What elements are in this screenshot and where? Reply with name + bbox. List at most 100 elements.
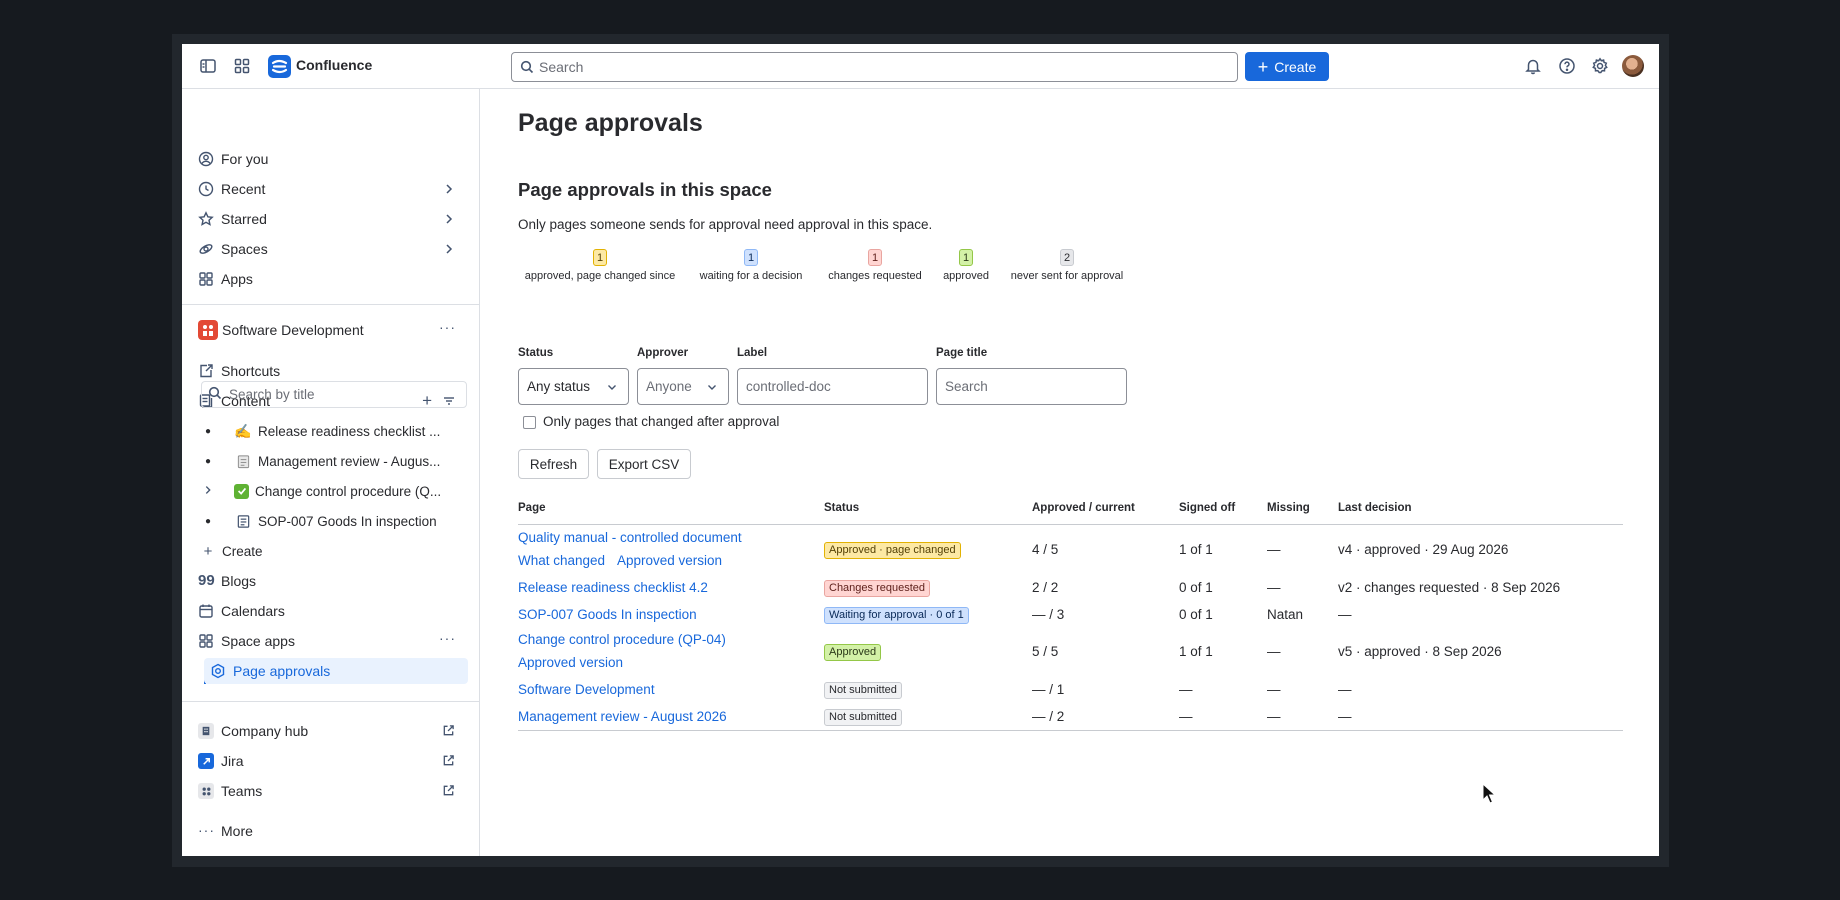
chevron-right-icon[interactable]: [442, 242, 456, 256]
page-link[interactable]: Software Development: [518, 682, 655, 697]
nav-spaces[interactable]: Spaces: [198, 236, 468, 262]
changed-after-approval-checkbox[interactable]: [523, 416, 536, 429]
approved-version-link[interactable]: Approved version: [518, 655, 623, 670]
nav-blogs[interactable]: 99 Blogs: [198, 568, 468, 594]
apps-icon: [198, 271, 214, 287]
chevron-right-icon[interactable]: [198, 484, 218, 499]
global-search[interactable]: [511, 52, 1238, 82]
nav-recent[interactable]: Recent: [198, 176, 468, 202]
external-jira[interactable]: Jira: [198, 748, 468, 774]
shortcut-icon: [198, 363, 214, 379]
user-circle-icon: [198, 151, 214, 167]
column-header[interactable]: Approved / current: [1032, 502, 1135, 514]
approved-version-link[interactable]: Approved version: [617, 553, 722, 568]
nav-calendars[interactable]: Calendars: [198, 598, 468, 624]
tree-create[interactable]: + Create: [198, 538, 468, 564]
nav-starred[interactable]: Starred: [198, 206, 468, 232]
chevron-down-icon: [706, 381, 718, 393]
external-link-icon[interactable]: [442, 724, 456, 738]
status-badge: Approved: [824, 644, 882, 661]
column-header[interactable]: Page: [518, 502, 546, 514]
create-button[interactable]: + Create: [1245, 52, 1329, 81]
legend-item: 1 approved, page changed since: [518, 249, 682, 282]
refresh-button[interactable]: Refresh: [518, 449, 589, 479]
bullet-icon: ●: [204, 425, 212, 437]
what-changed-link[interactable]: What changed: [518, 553, 605, 568]
space-name: Software Development: [222, 322, 364, 338]
missing: —: [1267, 709, 1281, 724]
global-search-input[interactable]: [539, 57, 1229, 77]
help-icon[interactable]: [1558, 57, 1576, 75]
chevron-right-icon[interactable]: [442, 212, 456, 226]
column-header[interactable]: Signed off: [1179, 502, 1235, 514]
status-badge: Not submitted: [824, 709, 902, 726]
jira-icon: [198, 753, 214, 769]
notifications-bell-icon[interactable]: [1524, 57, 1542, 75]
legend-count: 1: [958, 249, 974, 266]
last-decision: —: [1338, 682, 1352, 697]
product-name[interactable]: Confluence: [296, 57, 372, 73]
confluence-logo-icon[interactable]: [268, 55, 291, 78]
column-header[interactable]: Missing: [1267, 502, 1310, 514]
external-link-icon[interactable]: [442, 754, 456, 768]
signed-off: 0 of 1: [1179, 607, 1213, 622]
section-title: Page approvals in this space: [518, 179, 772, 200]
column-header[interactable]: Status: [824, 502, 859, 514]
chevron-right-icon[interactable]: [442, 182, 456, 196]
spaces-icon: [198, 241, 214, 257]
page-title: Page approvals: [518, 109, 703, 137]
nav-page-approvals[interactable]: Page approvals: [204, 658, 468, 684]
external-company-hub[interactable]: Company hub: [198, 718, 468, 744]
legend-label: approved: [943, 270, 989, 282]
apps-icon: [198, 633, 214, 649]
tree-item-label: Management review - Augus...: [258, 453, 441, 469]
tree-item-label: SOP-007 Goods In inspection: [258, 513, 437, 529]
space-header[interactable]: Software Development ···: [198, 317, 468, 343]
more-actions-icon[interactable]: ···: [439, 630, 456, 646]
label-input[interactable]: controlled-doc: [737, 368, 928, 405]
missing: Natan: [1267, 607, 1304, 622]
app-switcher-icon[interactable]: [233, 57, 251, 75]
plus-icon: +: [203, 542, 213, 560]
legend-item: 1 waiting for a decision: [692, 249, 810, 282]
settings-gear-icon[interactable]: [1591, 57, 1609, 75]
page-link[interactable]: Management review - August 2026: [518, 709, 727, 724]
user-avatar[interactable]: [1622, 55, 1644, 77]
nav-space-apps[interactable]: Space apps ···: [198, 628, 468, 654]
page-link[interactable]: Quality manual - controlled document: [518, 530, 742, 545]
nav-apps[interactable]: Apps: [198, 266, 468, 292]
page-title-input[interactable]: Search: [936, 368, 1127, 405]
page-link[interactable]: Change control procedure (QP-04): [518, 632, 726, 647]
page-link[interactable]: SOP-007 Goods In inspection: [518, 607, 697, 622]
column-header[interactable]: Last decision: [1338, 502, 1412, 514]
external-link-icon[interactable]: [442, 784, 456, 798]
sidebar: For you Recent Starred Spaces Apps Softw…: [182, 89, 480, 856]
status-select[interactable]: Any status: [518, 368, 629, 405]
tree-item[interactable]: Change control procedure (Q...: [198, 478, 468, 504]
sidebar-toggle-icon[interactable]: [199, 57, 217, 75]
nav-apps-label: Apps: [221, 271, 253, 287]
tree-item[interactable]: ● ✍ Release readiness checklist ...: [198, 418, 468, 444]
content-search-input[interactable]: [229, 387, 449, 402]
teams-icon: [198, 783, 214, 799]
external-teams[interactable]: Teams: [198, 778, 468, 804]
tree-item[interactable]: ● SOP-007 Goods In inspection: [198, 508, 468, 534]
approver-select[interactable]: Anyone: [637, 368, 729, 405]
approver-select-value: Anyone: [646, 379, 692, 394]
page-title-filter-label: Page title: [936, 347, 988, 359]
label-input-placeholder: controlled-doc: [746, 379, 831, 394]
more-actions-icon[interactable]: ···: [439, 319, 456, 335]
tree-item[interactable]: ● Management review - Augus...: [198, 448, 468, 474]
nav-for-you-label: For you: [221, 151, 269, 167]
signed-off: 1 of 1: [1179, 644, 1213, 659]
export-csv-button[interactable]: Export CSV: [597, 449, 691, 479]
nav-for-you[interactable]: For you: [198, 146, 468, 172]
page-link[interactable]: Release readiness checklist 4.2: [518, 580, 708, 595]
main-content: Page approvals Page approvals in this sp…: [481, 89, 1659, 856]
sidebar-divider: [182, 701, 480, 702]
plus-icon: +: [1257, 56, 1269, 77]
nav-more[interactable]: ··· More: [198, 818, 468, 844]
content-search[interactable]: [201, 381, 467, 408]
nav-page-approvals-label: Page approvals: [233, 663, 331, 679]
sidebar-divider: [182, 304, 480, 305]
